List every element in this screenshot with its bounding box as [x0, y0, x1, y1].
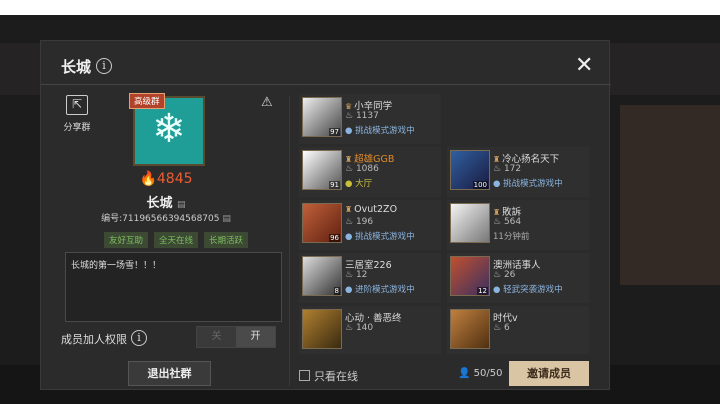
member-heat: 1086	[355, 164, 379, 174]
share-icon: ⇱	[66, 95, 88, 115]
quit-group-button[interactable]: 退出社群	[128, 361, 211, 386]
member-grid[interactable]: 97 ♛ 小辛同学 ♨ 1137 ● 挑战模式游戏中 91 ♜ 超雄GGB ♨ 10…	[299, 94, 589, 354]
only-online-checkbox[interactable]: 只看在线	[299, 368, 358, 384]
copy-icon[interactable]: ▤	[222, 214, 231, 224]
member-avatar: 96	[302, 203, 342, 243]
member-heat: 172	[503, 164, 522, 174]
person-icon: 👤	[458, 368, 471, 379]
medal-icon: ♜	[493, 155, 501, 164]
member-heat: 1137	[355, 111, 379, 121]
group-description[interactable]: 长城的第一场雪！！！	[65, 252, 282, 322]
member-card[interactable]: 时代v ♨ 6	[447, 306, 589, 354]
modal-header: 长城 i ✕	[41, 41, 611, 85]
member-heat: 564	[503, 217, 522, 227]
share-group-button[interactable]: ⇱ 分享群	[57, 95, 97, 133]
member-heat: 196	[355, 217, 374, 227]
share-label: 分享群	[63, 123, 91, 133]
group-tag: 友好互助	[103, 232, 148, 248]
group-heat-value: 4845	[156, 171, 193, 187]
member-avatar	[450, 309, 490, 349]
medal-icon: ♜	[345, 155, 353, 164]
member-avatar: 97	[302, 97, 342, 137]
member-card[interactable]: 97 ♛ 小辛同学 ♨ 1137 ● 挑战模式游戏中	[299, 94, 441, 144]
group-modal: 长城 i ✕ ⇱ 分享群 ❄ 高级群 ⚠ 🔥4845 长城 ▤ 编号:71196…	[40, 40, 611, 390]
modal-title: 长城	[61, 58, 92, 76]
edit-icon[interactable]: ▤	[177, 200, 186, 210]
member-card[interactable]: ♜ 敗訴 ♨ 564 11分钟前	[447, 200, 589, 250]
group-tag: 长期活跃	[204, 232, 249, 248]
heat-icon: ♨	[345, 111, 354, 121]
heat-icon: ♨	[493, 164, 502, 174]
divider	[289, 96, 290, 386]
member-card[interactable]: 91 ♜ 超雄GGB ♨ 1086 ● 大厅	[299, 147, 441, 197]
checkbox-icon[interactable]	[299, 370, 310, 381]
member-status: ● 挑战模式游戏中	[345, 126, 415, 136]
member-status: ● 大厅	[345, 179, 373, 189]
member-heat: 26	[503, 270, 516, 280]
member-avatar: 91	[302, 150, 342, 190]
heat-icon: ♨	[345, 323, 354, 333]
heat-icon: ♨	[345, 270, 354, 280]
member-count: 👤 50/50	[458, 368, 503, 379]
invite-member-button[interactable]: 邀请成员	[509, 361, 589, 386]
toggle-on[interactable]: 开	[236, 327, 275, 347]
medal-icon: ♜	[345, 205, 353, 214]
member-status: ● 挑战模式游戏中	[345, 232, 415, 242]
member-heat: 6	[503, 323, 510, 333]
member-card[interactable]: 96 ♜ Ovut2ZO ♨ 196 ● 挑战模式游戏中	[299, 200, 441, 250]
permission-info-icon[interactable]: i	[131, 330, 147, 346]
member-card[interactable]: 8 三居室226 ♨ 12 ● 进阶模式游戏中	[299, 253, 441, 303]
snowflake-icon: ❄	[152, 106, 186, 152]
info-icon[interactable]: i	[96, 58, 112, 74]
member-status: ● 轻武突袭游戏中	[493, 285, 563, 295]
heat-icon: ♨	[493, 217, 502, 227]
report-warning-icon[interactable]: ⚠	[261, 95, 273, 110]
group-heat: 🔥4845	[139, 171, 193, 187]
member-status: 11分钟前	[493, 232, 530, 242]
top-band	[0, 0, 720, 15]
member-avatar	[450, 203, 490, 243]
heat-icon: ♨	[345, 217, 354, 227]
heat-icon: ♨	[345, 164, 354, 174]
crown-icon: ♛	[345, 102, 353, 111]
permission-toggle[interactable]: 关 开	[196, 326, 276, 348]
level-tag: 高级群	[129, 93, 165, 109]
heat-icon: ♨	[493, 270, 502, 280]
member-heat: 140	[355, 323, 374, 333]
group-tag: 全天在线	[153, 232, 198, 248]
permission-label: 成员加人权限	[61, 333, 127, 346]
group-id: 编号:71196566394568705 ▤	[101, 214, 231, 224]
close-icon[interactable]: ✕	[575, 55, 593, 77]
member-avatar: 8	[302, 256, 342, 296]
heat-icon: ♨	[493, 323, 502, 333]
member-heat: 12	[355, 270, 368, 280]
member-card[interactable]: 12 澳洲话事人 ♨ 26 ● 轻武突袭游戏中	[447, 253, 589, 303]
member-status: ● 挑战模式游戏中	[493, 179, 563, 189]
member-avatar: 12	[450, 256, 490, 296]
only-online-label: 只看在线	[314, 370, 358, 383]
member-card[interactable]: 心动 · 善恶终 ♨ 140	[299, 306, 441, 354]
toggle-off[interactable]: 关	[197, 327, 236, 347]
group-name: 长城 ▤	[146, 196, 186, 211]
member-status: ● 进阶模式游戏中	[345, 285, 415, 295]
member-avatar	[302, 309, 342, 349]
member-avatar: 100	[450, 150, 490, 190]
group-tags: 友好互助 全天在线 长期活跃	[91, 232, 261, 248]
member-name: Ovut2ZO	[354, 204, 398, 215]
member-card[interactable]: 100 ♜ 冷心扬名天下 ♨ 172 ● 挑战模式游戏中	[447, 147, 589, 197]
medal-icon: ♜	[493, 208, 501, 217]
